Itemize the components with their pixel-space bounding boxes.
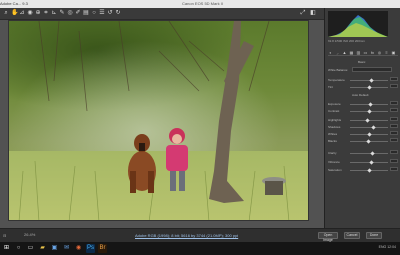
crop-icon[interactable]: ⌗ bbox=[43, 10, 49, 17]
bridge-icon[interactable]: Br bbox=[98, 244, 107, 253]
radial-filter-icon[interactable]: ○ bbox=[91, 10, 97, 17]
zoom-icon[interactable]: ⌕ bbox=[3, 10, 9, 17]
graduated-filter-icon[interactable]: ▤ bbox=[83, 10, 89, 17]
saturation-slider[interactable] bbox=[350, 168, 388, 173]
white-balance-row: White Balance: bbox=[328, 67, 398, 73]
clarity-slider[interactable] bbox=[350, 151, 388, 156]
windows-start-icon[interactable]: ⊞ bbox=[2, 244, 11, 253]
adjustments-panel: f/2.8 1/500 ISO 200 200mm ◐ ◞ ▲ ▦ ▥ ▭ fx… bbox=[324, 8, 400, 230]
auto-default-links[interactable]: Auto Default bbox=[352, 93, 369, 97]
contrast-slider[interactable] bbox=[350, 109, 388, 114]
split-toning-tab[interactable]: ▥ bbox=[356, 50, 361, 55]
white-balance-icon[interactable]: ⊿ bbox=[19, 10, 25, 17]
file-explorer-icon[interactable]: ▰ bbox=[38, 244, 47, 253]
saturation-value[interactable] bbox=[390, 167, 398, 171]
open-image-button[interactable]: Open Image bbox=[318, 232, 338, 242]
fullscreen-icon[interactable]: ⤢ bbox=[300, 10, 306, 17]
tint-value[interactable] bbox=[390, 84, 398, 88]
highlights-slider[interactable] bbox=[350, 118, 388, 123]
histogram-graph bbox=[328, 15, 388, 37]
taskbar: ⊞ ○ ▭ ▰ ▣ ✉ ◉ Ps Br ENG 12:04 bbox=[0, 242, 400, 255]
vibrance-slider[interactable] bbox=[350, 160, 388, 165]
camera-title: Canon EOS 5D Mark II bbox=[182, 1, 223, 6]
hand-icon[interactable]: ✋ bbox=[11, 10, 18, 17]
cancel-button[interactable]: Cancel bbox=[344, 232, 360, 239]
mail-icon[interactable]: ✉ bbox=[62, 244, 71, 253]
slider-row: Tint bbox=[328, 84, 398, 90]
slider-row: Clarity bbox=[328, 150, 398, 156]
adjustment-brush-icon[interactable]: ✐ bbox=[75, 10, 81, 17]
lens-tab[interactable]: ▭ bbox=[363, 50, 368, 55]
blacks-slider[interactable] bbox=[350, 139, 388, 144]
slider-row: Saturation bbox=[328, 167, 398, 173]
white-balance-select[interactable] bbox=[352, 67, 392, 72]
detail-tab[interactable]: ▲ bbox=[342, 50, 347, 55]
task-view-icon[interactable]: ▭ bbox=[26, 244, 35, 253]
straighten-icon[interactable]: ⊾ bbox=[51, 10, 57, 17]
image-canvas[interactable] bbox=[0, 20, 324, 228]
slider-row: Whites bbox=[328, 131, 398, 137]
slider-row: Highlights bbox=[328, 117, 398, 123]
slider-row: Vibrance bbox=[328, 159, 398, 165]
camera-calibration-tab[interactable]: ◎ bbox=[377, 50, 382, 55]
shadows-value[interactable] bbox=[390, 124, 398, 128]
camera-info: f/2.8 1/500 ISO 200 200mm bbox=[328, 39, 365, 43]
target-adjust-icon[interactable]: ⊕ bbox=[35, 10, 41, 17]
system-tray: ENG 12:04 bbox=[378, 245, 396, 249]
exposure-value[interactable] bbox=[390, 101, 398, 105]
preview-icon[interactable]: ◧ bbox=[310, 10, 316, 17]
store-icon[interactable]: ▣ bbox=[50, 244, 59, 253]
whites-value[interactable] bbox=[390, 131, 398, 135]
photo-image bbox=[9, 21, 308, 220]
slider-row: Temperature bbox=[328, 77, 398, 83]
zoom-level[interactable]: 26.4% bbox=[24, 232, 35, 237]
tone-curve-tab[interactable]: ◞ bbox=[335, 50, 340, 55]
red-eye-icon[interactable]: ◎ bbox=[67, 10, 73, 17]
rotate-left-icon[interactable]: ↺ bbox=[107, 10, 113, 17]
bottom-bar: ⊟ 26.4% Adobe RGB (1998); 8 bit; 5616 by… bbox=[0, 228, 400, 242]
effects-tab[interactable]: fx bbox=[370, 50, 375, 55]
contrast-value[interactable] bbox=[390, 108, 398, 112]
title-bar: Adobe Ca... 9.3 Canon EOS 5D Mark II bbox=[0, 0, 400, 8]
blacks-value[interactable] bbox=[390, 138, 398, 142]
tool-bar: ⌕ ✋ ⊿ ◉ ⊕ ⌗ ⊾ ✎ ◎ ✐ ▤ ○ ☰ ↺ ↻ ⤢ ◧ bbox=[0, 8, 324, 20]
slider-row: Blacks bbox=[328, 138, 398, 144]
presets-tab[interactable]: ≡ bbox=[384, 50, 389, 55]
slider-row: Contrast bbox=[328, 108, 398, 114]
tint-slider[interactable] bbox=[350, 85, 388, 90]
panel-tabs: ◐ ◞ ▲ ▦ ▥ ▭ fx ◎ ≡ ▣ bbox=[328, 49, 398, 56]
slider-row: Shadows bbox=[328, 124, 398, 130]
histogram bbox=[328, 11, 388, 37]
browser-icon[interactable]: ◉ bbox=[74, 244, 83, 253]
search-icon[interactable]: ○ bbox=[14, 244, 23, 253]
window-title: Adobe Ca... 9.3 bbox=[0, 1, 28, 6]
section-title: Basic bbox=[358, 60, 366, 64]
rotate-right-icon[interactable]: ↻ bbox=[115, 10, 121, 17]
preferences-icon[interactable]: ☰ bbox=[99, 10, 105, 17]
slider-row: Exposure bbox=[328, 101, 398, 107]
vibrance-value[interactable] bbox=[390, 159, 398, 163]
basic-tab[interactable]: ◐ bbox=[328, 50, 333, 55]
clarity-value[interactable] bbox=[390, 150, 398, 154]
zoom-menu-icon[interactable]: ⊟ bbox=[3, 233, 6, 238]
whites-slider[interactable] bbox=[350, 132, 388, 137]
exposure-slider[interactable] bbox=[350, 102, 388, 107]
temperature-value[interactable] bbox=[390, 77, 398, 81]
snapshots-tab[interactable]: ▣ bbox=[391, 50, 396, 55]
workflow-options-link[interactable]: Adobe RGB (1998); 8 bit; 5616 by 3744 (2… bbox=[135, 233, 238, 238]
photoshop-icon[interactable]: Ps bbox=[86, 244, 95, 253]
hsl-tab[interactable]: ▦ bbox=[349, 50, 354, 55]
highlights-value[interactable] bbox=[390, 117, 398, 121]
auto-default-row: Auto Default bbox=[328, 93, 398, 98]
done-button[interactable]: Done bbox=[366, 232, 382, 239]
photo-preview[interactable] bbox=[8, 20, 309, 221]
spot-removal-icon[interactable]: ✎ bbox=[59, 10, 65, 17]
color-sampler-icon[interactable]: ◉ bbox=[27, 10, 33, 17]
view-options: ⤢ ◧ bbox=[290, 10, 320, 17]
temperature-slider[interactable] bbox=[350, 78, 388, 83]
shadows-slider[interactable] bbox=[350, 125, 388, 130]
